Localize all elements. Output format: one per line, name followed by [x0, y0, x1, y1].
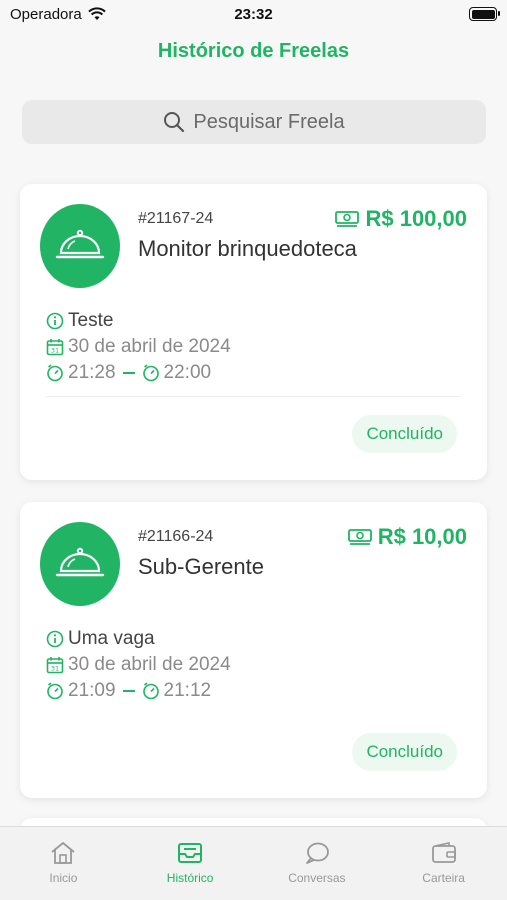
date-line: 31 30 de abril de 2024 — [46, 652, 231, 678]
date-line: 31 30 de abril de 2024 — [46, 334, 231, 360]
freela-job-title: Sub-Gerente — [138, 554, 264, 579]
freela-avatar — [40, 522, 120, 606]
svg-text:31: 31 — [51, 347, 59, 355]
tab-historico[interactable]: Histórico — [127, 841, 253, 900]
timer-icon — [46, 682, 64, 700]
tab-label: Inicio — [49, 871, 78, 885]
time-line: 21:09 21:12 — [46, 678, 231, 704]
card-divider — [46, 396, 461, 397]
search-icon — [163, 111, 185, 133]
tab-label: Carteira — [422, 871, 465, 885]
home-icon — [50, 841, 76, 865]
freela-avatar — [40, 204, 120, 288]
cloche-icon — [55, 229, 105, 263]
freela-code: #21167-24 — [138, 210, 214, 227]
end-time: 22:00 — [163, 362, 212, 383]
tab-carteira[interactable]: Carteira — [381, 841, 507, 900]
info-icon — [46, 312, 64, 330]
calendar-icon: 31 — [46, 656, 64, 674]
description-text: Teste — [68, 310, 114, 331]
info-icon — [46, 630, 64, 648]
status-badge: Concluído — [352, 733, 457, 771]
page-title: Histórico de Freelas — [157, 40, 350, 62]
search-placeholder: Pesquisar Freela — [193, 110, 345, 133]
date-text: 30 de abril de 2024 — [68, 654, 231, 675]
timer-icon — [46, 364, 64, 382]
status-badge: Concluído — [352, 415, 457, 453]
freela-price: R$ 10,00 — [347, 524, 467, 550]
freela-code: #21166-24 — [138, 528, 214, 545]
time-separator — [122, 690, 135, 692]
cloche-icon — [55, 547, 105, 581]
tab-label: Conversas — [288, 871, 346, 885]
battery-icon — [469, 7, 500, 21]
money-icon — [335, 210, 360, 228]
end-time: 21:12 — [163, 680, 212, 701]
tab-inicio[interactable]: Inicio — [0, 841, 126, 900]
description-text: Uma vaga — [68, 628, 155, 649]
freela-details: Teste 31 30 de abril de 2024 21:28 22:00 — [46, 308, 231, 386]
time-separator — [122, 372, 135, 374]
freela-card[interactable]: #21166-24 Sub-Gerente R$ 10,00 Uma vaga … — [20, 502, 487, 798]
time-line: 21:28 22:00 — [46, 360, 231, 386]
price-value: R$ 10,00 — [377, 524, 467, 549]
money-icon — [347, 528, 372, 546]
wifi-icon — [88, 7, 106, 21]
chat-icon — [304, 841, 330, 865]
date-text: 30 de abril de 2024 — [68, 336, 231, 357]
inbox-icon — [177, 841, 203, 865]
tab-bar: Inicio Histórico Conversas Carteira — [0, 826, 507, 900]
svg-text:31: 31 — [51, 665, 59, 673]
start-time: 21:09 — [68, 680, 116, 701]
price-value: R$ 100,00 — [365, 206, 467, 231]
tab-label: Histórico — [166, 871, 214, 885]
search-input[interactable]: Pesquisar Freela — [22, 100, 486, 144]
freela-card[interactable]: #21167-24 Monitor brinquedoteca R$ 100,0… — [20, 184, 487, 480]
wallet-icon — [431, 841, 457, 865]
tab-conversas[interactable]: Conversas — [254, 841, 380, 900]
status-left: Operadora — [10, 6, 106, 23]
timer-icon — [142, 364, 160, 382]
freela-details: Uma vaga 31 30 de abril de 2024 21:09 21… — [46, 626, 231, 704]
freela-job-title: Monitor brinquedoteca — [138, 236, 357, 261]
calendar-icon: 31 — [46, 338, 64, 356]
description-line: Uma vaga — [46, 626, 231, 652]
start-time: 21:28 — [68, 362, 116, 383]
carrier-label: Operadora — [10, 5, 82, 23]
status-bar: Operadora 23:32 — [0, 0, 507, 28]
description-line: Teste — [46, 308, 231, 334]
timer-icon — [142, 682, 160, 700]
freela-price: R$ 100,00 — [335, 206, 467, 232]
